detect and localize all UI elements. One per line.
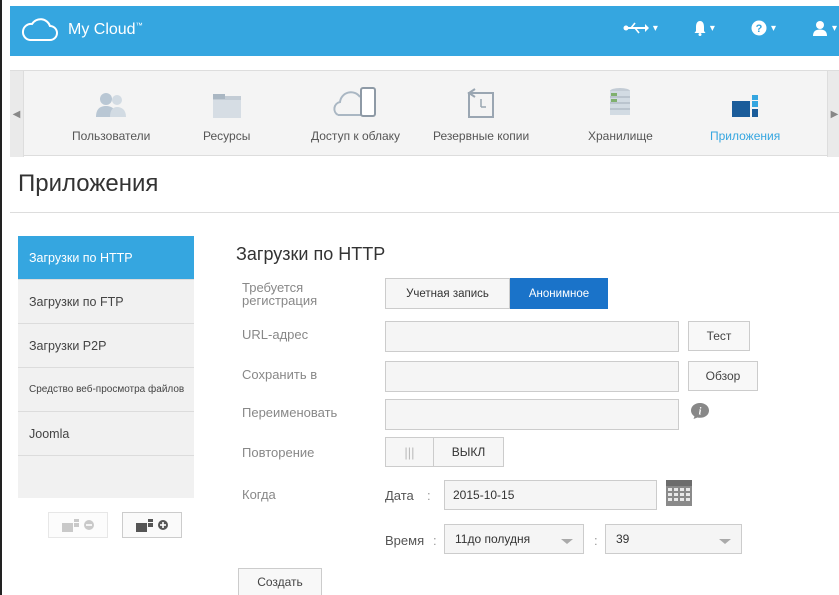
nav-item-label: Доступ к облаку <box>311 129 401 143</box>
when-label: Когда <box>242 487 276 502</box>
nav-item-storage[interactable]: Хранилище <box>588 79 653 143</box>
chevron-down-icon <box>561 539 573 544</box>
folder-icon <box>212 94 241 118</box>
sidebar-item-web-file-viewer[interactable]: Средство веб-просмотра файлов <box>18 368 194 412</box>
help-icon: ? <box>751 20 767 36</box>
nav-item-label: Ресурсы <box>203 129 251 143</box>
registration-toggle: Учетная запись Анонимное <box>385 278 608 309</box>
url-label: URL-адрес <box>242 327 309 342</box>
account-option-button[interactable]: Учетная запись <box>385 278 510 309</box>
nav-prev-button[interactable]: ◀ <box>10 71 24 157</box>
chevron-right-icon: ▶ <box>830 108 839 120</box>
nav-item-label: Приложения <box>710 129 781 143</box>
create-button[interactable]: Создать <box>238 568 322 595</box>
remove-app-button[interactable] <box>48 512 108 538</box>
sidebar-item-joomla[interactable]: Joomla <box>18 412 194 456</box>
toggle-state: ВЫКЛ <box>451 445 486 459</box>
hour-select[interactable]: 11до полудня <box>444 524 584 554</box>
backup-icon <box>467 88 495 118</box>
plus-circle-icon <box>158 520 168 530</box>
add-app-button[interactable] <box>122 512 182 538</box>
date-input[interactable]: 2015-10-15 <box>444 480 657 510</box>
cloud-logo-icon <box>21 18 58 41</box>
apps-icon <box>136 518 153 532</box>
rename-label: Переименовать <box>242 405 338 420</box>
nav-item-backups[interactable]: Резервные копии <box>433 79 529 143</box>
nav-item-label: Пользователи <box>72 129 151 143</box>
svg-text:i: i <box>699 407 702 418</box>
registration-label: Требуется регистрация <box>242 280 318 308</box>
bell-icon <box>694 21 706 36</box>
divider <box>10 212 839 213</box>
date-label: Дата <box>385 488 414 503</box>
anonymous-option-button[interactable]: Анонимное <box>510 278 608 309</box>
logo[interactable]: My Cloud™ <box>20 16 143 44</box>
cloud-device-icon <box>332 87 376 117</box>
nav-item-label: Хранилище <box>588 129 653 143</box>
nav-item-apps[interactable]: Приложения <box>710 79 780 143</box>
storage-icon <box>610 88 631 115</box>
help-menu[interactable]: ? ▾ <box>751 20 776 36</box>
nav-item-cloud-access[interactable]: Доступ к облаку <box>311 79 400 143</box>
colon-separator: : <box>433 533 437 548</box>
colon-separator: : <box>594 533 598 548</box>
chevron-down-icon: ▾ <box>831 22 837 34</box>
nav-item-shares[interactable]: Ресурсы <box>203 79 250 143</box>
section-title: Загрузки по HTTP <box>236 244 386 264</box>
nav-next-button[interactable]: ▶ <box>827 71 839 157</box>
apps-icon <box>62 518 79 532</box>
sidebar-item-http-downloads[interactable]: Загрузки по HTTP <box>18 236 194 280</box>
save-to-input[interactable] <box>385 361 679 392</box>
svg-text:?: ? <box>756 23 763 35</box>
info-icon[interactable]: i <box>690 402 710 420</box>
main-nav: ◀ Пользователи Ресурсы Доступ к облаку Р… <box>10 70 839 157</box>
minute-select[interactable]: 39 <box>605 524 742 554</box>
browse-button[interactable]: Обзор <box>688 361 758 391</box>
usb-icon <box>623 22 649 34</box>
test-button[interactable]: Тест <box>688 321 750 351</box>
minute-value: 39 <box>616 532 630 546</box>
page-title: Приложения <box>18 170 159 197</box>
calendar-icon[interactable] <box>666 480 692 506</box>
colon-separator: : <box>427 488 431 503</box>
rename-input[interactable] <box>385 399 679 430</box>
top-bar: My Cloud™ ▾ ▾ ? ▾ ▾ <box>10 6 839 56</box>
hour-value: 11до полудня <box>455 532 531 546</box>
nav-item-users[interactable]: Пользователи <box>72 79 150 143</box>
chevron-down-icon <box>719 539 731 544</box>
apps-icon <box>732 95 759 117</box>
chevron-down-icon: ▾ <box>652 22 658 34</box>
minus-circle-icon <box>84 520 94 530</box>
user-icon <box>812 21 827 36</box>
repeat-toggle[interactable]: ||| ВЫКЛ <box>385 437 504 467</box>
chevron-down-icon: ▾ <box>709 22 715 34</box>
users-icon <box>96 93 127 117</box>
sidebar-item-p2p-downloads[interactable]: Загрузки P2P <box>18 324 194 368</box>
toggle-handle: ||| <box>386 438 434 466</box>
chevron-left-icon: ◀ <box>12 108 21 120</box>
url-input[interactable] <box>385 321 679 352</box>
time-label: Время <box>385 533 425 548</box>
sidebar-item-ftp-downloads[interactable]: Загрузки по FTP <box>18 280 194 324</box>
repeat-label: Повторение <box>242 445 315 460</box>
save-to-label: Сохранить в <box>242 367 318 382</box>
apps-sidebar: Загрузки по HTTP Загрузки по FTP Загрузк… <box>18 236 194 498</box>
notifications-menu[interactable]: ▾ <box>694 20 715 36</box>
app-name: My Cloud™ <box>68 21 143 38</box>
usb-menu[interactable]: ▾ <box>623 22 658 34</box>
nav-item-label: Резервные копии <box>433 129 530 143</box>
chevron-down-icon: ▾ <box>770 22 776 34</box>
user-menu[interactable]: ▾ <box>812 20 837 36</box>
